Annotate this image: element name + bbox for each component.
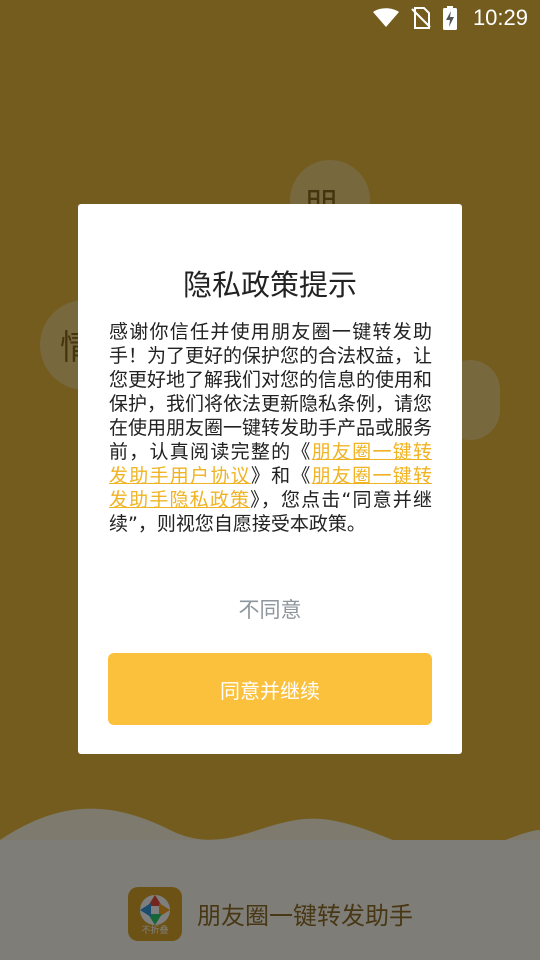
dialog-title: 隐私政策提示 — [182, 268, 357, 302]
agree-button-label: 同意并继续 — [220, 678, 320, 703]
no-sim-icon — [411, 7, 431, 29]
status-time: 10:29 — [472, 5, 528, 30]
decline-button[interactable]: 不同意 — [78, 594, 462, 624]
wifi-icon — [372, 8, 399, 27]
body-text: 》和《 — [250, 465, 312, 487]
dialog-body: 感谢你信任并使用朋友圈一键转发助手！为了更好的保护您的合法权益，让您更好地了解我… — [109, 320, 432, 536]
status-icons: 10:29 — [372, 5, 528, 31]
privacy-dialog: 隐私政策提示 感谢你信任并使用朋友圈一键转发助手！为了更好的保护您的合法权益，让… — [78, 204, 462, 754]
agree-continue-button[interactable]: 同意并继续 — [108, 653, 432, 725]
status-bar: 10:29 — [0, 0, 540, 36]
battery-charging-icon — [442, 6, 457, 30]
